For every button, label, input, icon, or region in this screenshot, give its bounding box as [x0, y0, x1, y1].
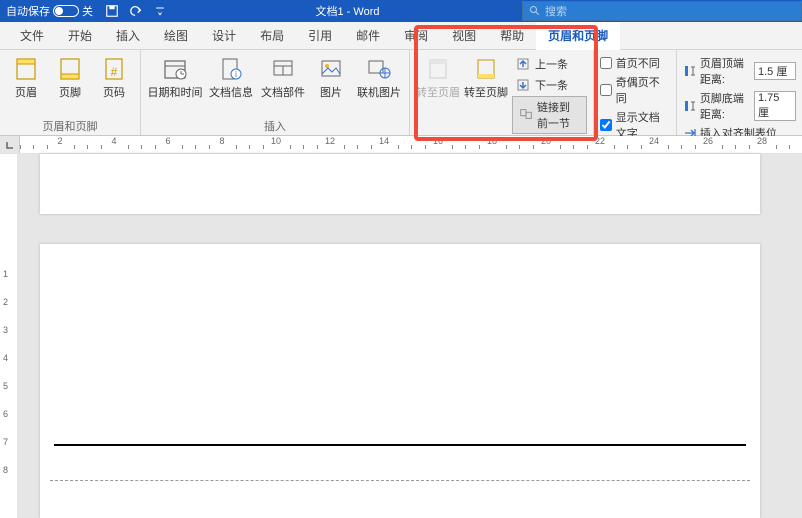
svg-text:#: # — [111, 65, 118, 79]
header-boundary-line — [50, 480, 750, 481]
document-area: 12345678 — [0, 154, 802, 518]
ribbon-tabs: 文件 开始 插入 绘图 设计 布局 引用 邮件 审阅 视图 帮助 页眉和页脚 — [0, 22, 802, 50]
doc-info-icon: i — [218, 56, 244, 82]
quick-access-toolbar — [99, 4, 173, 18]
link-icon — [519, 107, 533, 123]
save-icon[interactable] — [105, 4, 119, 18]
search-icon — [529, 5, 541, 17]
search-box[interactable]: 搜索 — [522, 1, 802, 21]
tab-review[interactable]: 审阅 — [392, 21, 440, 49]
next-section-button[interactable]: 下一条 — [512, 75, 587, 95]
goto-footer-button[interactable]: 转至页脚 — [464, 54, 508, 100]
online-picture-button[interactable]: 联机图片 — [355, 54, 403, 100]
goto-header-button: 转至页眉 — [416, 54, 460, 100]
page-number-button[interactable]: # 页码 — [94, 54, 134, 100]
tab-header-footer[interactable]: 页眉和页脚 — [536, 22, 620, 50]
previous-section-button[interactable]: 上一条 — [512, 54, 587, 74]
group-header-footer: 页眉 页脚 # 页码 页眉和页脚 — [0, 50, 141, 135]
tab-view[interactable]: 视图 — [440, 21, 488, 49]
tab-references[interactable]: 引用 — [296, 21, 344, 49]
footer-distance-row: 页脚底端距离: 1.75 厘 — [683, 89, 796, 123]
goto-footer-icon — [473, 56, 499, 82]
arrow-down-icon — [515, 77, 531, 93]
autosave-toggle[interactable]: 自动保存 关 — [0, 3, 99, 19]
title-bar: 自动保存 关 文档1 - Word 搜索 — [0, 0, 802, 22]
undo-icon[interactable] — [129, 4, 143, 18]
document-title: 文档1 - Word — [173, 3, 522, 19]
tab-draw[interactable]: 绘图 — [152, 21, 200, 49]
toggle-icon — [53, 5, 79, 17]
tab-file[interactable]: 文件 — [8, 21, 56, 49]
tab-layout[interactable]: 布局 — [248, 21, 296, 49]
footer-distance-icon — [683, 99, 697, 113]
footer-button[interactable]: 页脚 — [50, 54, 90, 100]
odd-even-different-checkbox[interactable]: 奇偶页不同 — [600, 73, 670, 107]
page-previous[interactable] — [40, 154, 760, 214]
page-current[interactable] — [40, 244, 760, 518]
tab-home[interactable]: 开始 — [56, 21, 104, 49]
group-label: 页眉和页脚 — [6, 117, 134, 135]
horizontal-ruler[interactable]: 246810121416182022242628 — [0, 136, 802, 154]
group-navigation: 转至页眉 转至页脚 上一条 下一条 链接到前一节 — [410, 50, 594, 135]
group-insert: 日期和时间 i 文档信息 文档部件 图片 — [141, 50, 410, 135]
svg-text:i: i — [235, 70, 237, 79]
page-number-icon: # — [101, 56, 127, 82]
picture-button[interactable]: 图片 — [311, 54, 351, 100]
quick-parts-button[interactable]: 文档部件 — [259, 54, 307, 100]
link-to-previous-button[interactable]: 链接到前一节 — [512, 96, 587, 134]
header-distance-icon — [683, 64, 697, 78]
goto-header-icon — [425, 56, 451, 82]
group-options: 首页不同 奇偶页不同 显示文档文字 选项 — [594, 50, 677, 135]
footer-distance-input[interactable]: 1.75 厘 — [754, 91, 796, 121]
date-time-button[interactable]: 日期和时间 — [147, 54, 203, 100]
ribbon: 页眉 页脚 # 页码 页眉和页脚 日期和时间 — [0, 50, 802, 136]
group-label: 插入 — [147, 117, 403, 135]
header-distance-input[interactable]: 1.5 厘 — [754, 62, 796, 80]
calendar-icon — [162, 56, 188, 82]
tab-mailings[interactable]: 邮件 — [344, 21, 392, 49]
tab-insert[interactable]: 插入 — [104, 21, 152, 49]
vertical-ruler[interactable]: 12345678 — [0, 154, 18, 518]
group-position: 页眉顶端距离: 1.5 厘 页脚底端距离: 1.75 厘 插入对齐制表位 位置 — [677, 50, 802, 135]
first-page-different-checkbox[interactable]: 首页不同 — [600, 54, 670, 72]
doc-info-button[interactable]: i 文档信息 — [207, 54, 255, 100]
online-picture-icon — [366, 56, 392, 82]
tab-selector[interactable] — [0, 136, 20, 153]
header-rule-line — [54, 444, 746, 446]
header-button[interactable]: 页眉 — [6, 54, 46, 100]
parts-icon — [270, 56, 296, 82]
customize-dropdown-icon[interactable] — [153, 4, 167, 18]
picture-icon — [318, 56, 344, 82]
tab-design[interactable]: 设计 — [200, 21, 248, 49]
arrow-up-icon — [515, 56, 531, 72]
pages-container — [18, 154, 802, 518]
tab-help[interactable]: 帮助 — [488, 21, 536, 49]
header-icon — [13, 56, 39, 82]
header-distance-row: 页眉顶端距离: 1.5 厘 — [683, 54, 796, 88]
footer-icon — [57, 56, 83, 82]
